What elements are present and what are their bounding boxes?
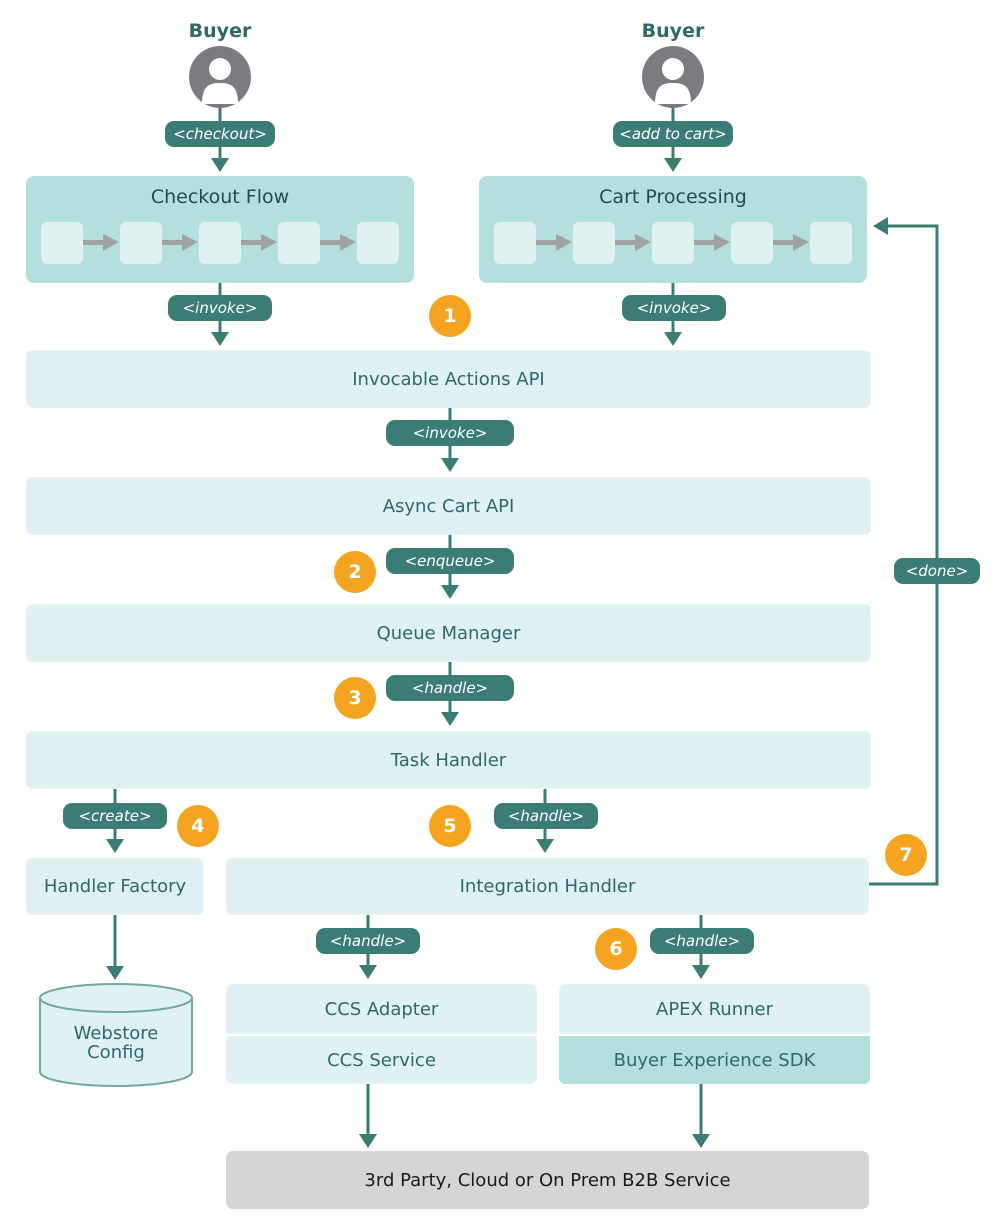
step-badge-7: 7 xyxy=(885,834,927,876)
arrowhead xyxy=(536,839,554,853)
webstore-config-line2: Config xyxy=(87,1042,145,1063)
webstore-config-line1: Webstore xyxy=(73,1023,159,1044)
edge-label-done: <done> xyxy=(894,558,980,584)
step-badge-4: 4 xyxy=(177,805,219,847)
arrowhead xyxy=(106,839,124,853)
edge-label-handle: <handle> xyxy=(494,803,598,829)
step-badge-2: 2 xyxy=(334,551,376,593)
edge-label-invoke-checkout: <invoke> xyxy=(168,295,272,321)
actor-label-buyer-cart: Buyer xyxy=(641,20,705,42)
edge-label-handle: <handle> xyxy=(316,928,420,954)
arrowhead xyxy=(664,158,682,172)
checkout-flow-box: Checkout Flow xyxy=(26,176,414,283)
ccs-adapter-box: CCS Adapter xyxy=(226,984,537,1034)
arrowhead xyxy=(441,458,459,472)
arrowhead xyxy=(359,965,377,979)
async-cart-api-box: Async Cart API xyxy=(26,477,871,535)
integration-handler-box: Integration Handler xyxy=(226,858,869,915)
edge-label-enqueue: <enqueue> xyxy=(386,548,514,574)
ccs-service-box: CCS Service xyxy=(226,1036,537,1084)
arrowhead xyxy=(692,965,710,979)
step-badge-5: 5 xyxy=(429,805,471,847)
step-badge-3: 3 xyxy=(334,677,376,719)
edge-done-loop xyxy=(869,224,939,886)
cart-processing-box: Cart Processing xyxy=(479,176,867,283)
edge-label-invoke: <invoke> xyxy=(386,420,514,446)
edge-label-handle: <handle> xyxy=(650,928,754,954)
user-avatar-icon xyxy=(189,46,251,108)
invocable-actions-api-box: Invocable Actions API xyxy=(26,350,871,408)
edge-label-checkout: <checkout> xyxy=(165,121,275,147)
edge-label-add-to-cart: <add to cart> xyxy=(613,121,733,147)
arrowhead xyxy=(211,158,229,172)
buyer-experience-sdk-box: Buyer Experience SDK xyxy=(559,1036,870,1084)
handler-factory-box: Handler Factory xyxy=(26,858,204,915)
step-badge-1: 1 xyxy=(429,295,471,337)
flow-step-arrows xyxy=(83,234,356,251)
arrowhead xyxy=(692,1134,710,1148)
arrowhead xyxy=(873,217,888,235)
edge-label-create: <create> xyxy=(63,803,167,829)
queue-manager-box: Queue Manager xyxy=(26,604,871,662)
arrowhead xyxy=(211,332,229,346)
actor-label-buyer-checkout: Buyer xyxy=(188,20,252,42)
edge-label-invoke-cart: <invoke> xyxy=(622,295,726,321)
edge-label-handle: <handle> xyxy=(386,675,514,701)
task-handler-box: Task Handler xyxy=(26,731,871,789)
third-party-service-box: 3rd Party, Cloud or On Prem B2B Service xyxy=(226,1151,869,1209)
step-badge-6: 6 xyxy=(595,928,637,970)
arrowhead xyxy=(664,332,682,346)
arrowhead xyxy=(441,585,459,599)
apex-runner-box: APEX Runner xyxy=(559,984,870,1034)
user-avatar-icon xyxy=(642,46,704,108)
webstore-config-label: Webstore Config xyxy=(38,1024,194,1062)
arrowhead xyxy=(441,712,459,726)
arrowhead xyxy=(359,1134,377,1148)
flow-step-arrows xyxy=(536,234,809,251)
arrowhead xyxy=(106,966,124,980)
